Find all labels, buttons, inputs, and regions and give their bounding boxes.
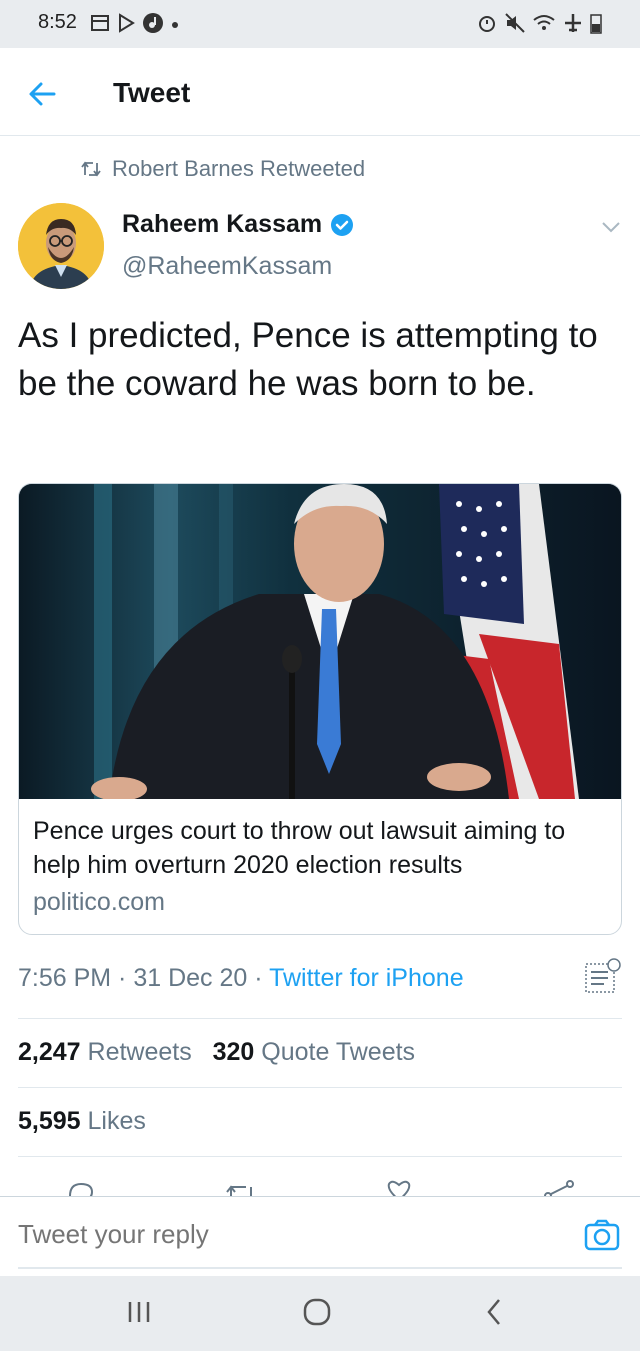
camera-icon [584,1219,620,1251]
retweet-action-icon[interactable] [224,1178,258,1196]
reply-icon[interactable] [66,1178,96,1196]
status-left-icons [90,12,180,34]
battery-icon [590,14,602,34]
tweet-source-link[interactable]: Twitter for iPhone [269,964,464,992]
link-card[interactable]: Pence urges court to throw out lawsuit a… [18,483,622,935]
retweets-label: Retweets [87,1038,192,1066]
divider [18,1156,622,1157]
music-icon [143,13,163,33]
card-domain: politico.com [33,888,165,916]
home-icon[interactable] [302,1296,332,1328]
analytics-icon [585,958,621,993]
avatar-photo [18,203,104,289]
recent-apps-icon[interactable] [126,1296,152,1328]
retweet-icon [81,161,101,177]
tweet-meta: 7:56 PM · 31 Dec 20 · Twitter for iPhone [18,964,464,993]
retweet-context[interactable]: Robert Barnes Retweeted [80,156,365,182]
divider [18,1018,622,1019]
likes-stat[interactable]: 5,595 Likes [18,1107,146,1136]
divider [18,1087,622,1088]
like-heart-icon[interactable] [384,1178,414,1196]
card-photo [19,484,621,801]
tweet-action-bar [0,1172,640,1196]
quote-tweets-label: Quote Tweets [261,1038,416,1066]
alarm-icon [479,16,495,32]
back-button[interactable] [24,76,60,112]
page-title: Tweet [113,77,191,108]
dot-icon [172,22,178,28]
likes-label: Likes [87,1107,146,1135]
retweet-stats: 2,247 Retweets 320 Quote Tweets [18,1038,415,1067]
mute-icon [505,13,525,33]
status-time: 8:52 [38,11,77,33]
author-handle[interactable]: @RaheemKassam [122,252,332,281]
tweet-options-button[interactable] [600,220,622,239]
reply-input[interactable] [18,1219,558,1250]
airplane-icon [565,14,581,32]
quote-tweets-stat[interactable]: 320 Quote Tweets [213,1038,415,1066]
verified-badge-icon [331,213,354,236]
back-nav-icon[interactable] [484,1296,504,1328]
tweet-timestamp: 7:56 PM · 31 Dec 20 · [18,964,270,992]
retweets-count: 2,247 [18,1038,81,1066]
status-right-icons [476,12,602,34]
back-arrow-icon [29,82,56,106]
status-bar: 8:52 [0,0,640,48]
likes-count: 5,595 [18,1107,81,1135]
tweet-text: As I predicted, Pence is attempting to b… [18,316,598,403]
author-name[interactable]: Raheem Kassam [122,210,354,239]
avatar[interactable] [18,203,104,289]
app-bar: Tweet [0,48,640,136]
share-icon[interactable] [544,1178,576,1196]
chevron-down-icon [602,222,620,233]
author-name-text: Raheem Kassam [122,210,323,238]
reply-bar [0,1196,640,1276]
system-nav-bar [0,1276,640,1351]
card-title: Pence urges court to throw out lawsuit a… [33,817,566,879]
calendar-icon [91,15,109,31]
retweeted-by-label: Robert Barnes Retweeted [112,156,366,181]
play-store-icon [119,13,135,33]
wifi-icon [533,15,555,30]
quote-tweets-count: 320 [212,1038,255,1066]
tweet-analytics-button[interactable] [582,956,622,1001]
retweets-stat[interactable]: 2,247 Retweets [18,1038,192,1066]
camera-button[interactable] [584,1219,620,1256]
reply-underline [18,1267,622,1269]
card-image [19,484,621,801]
